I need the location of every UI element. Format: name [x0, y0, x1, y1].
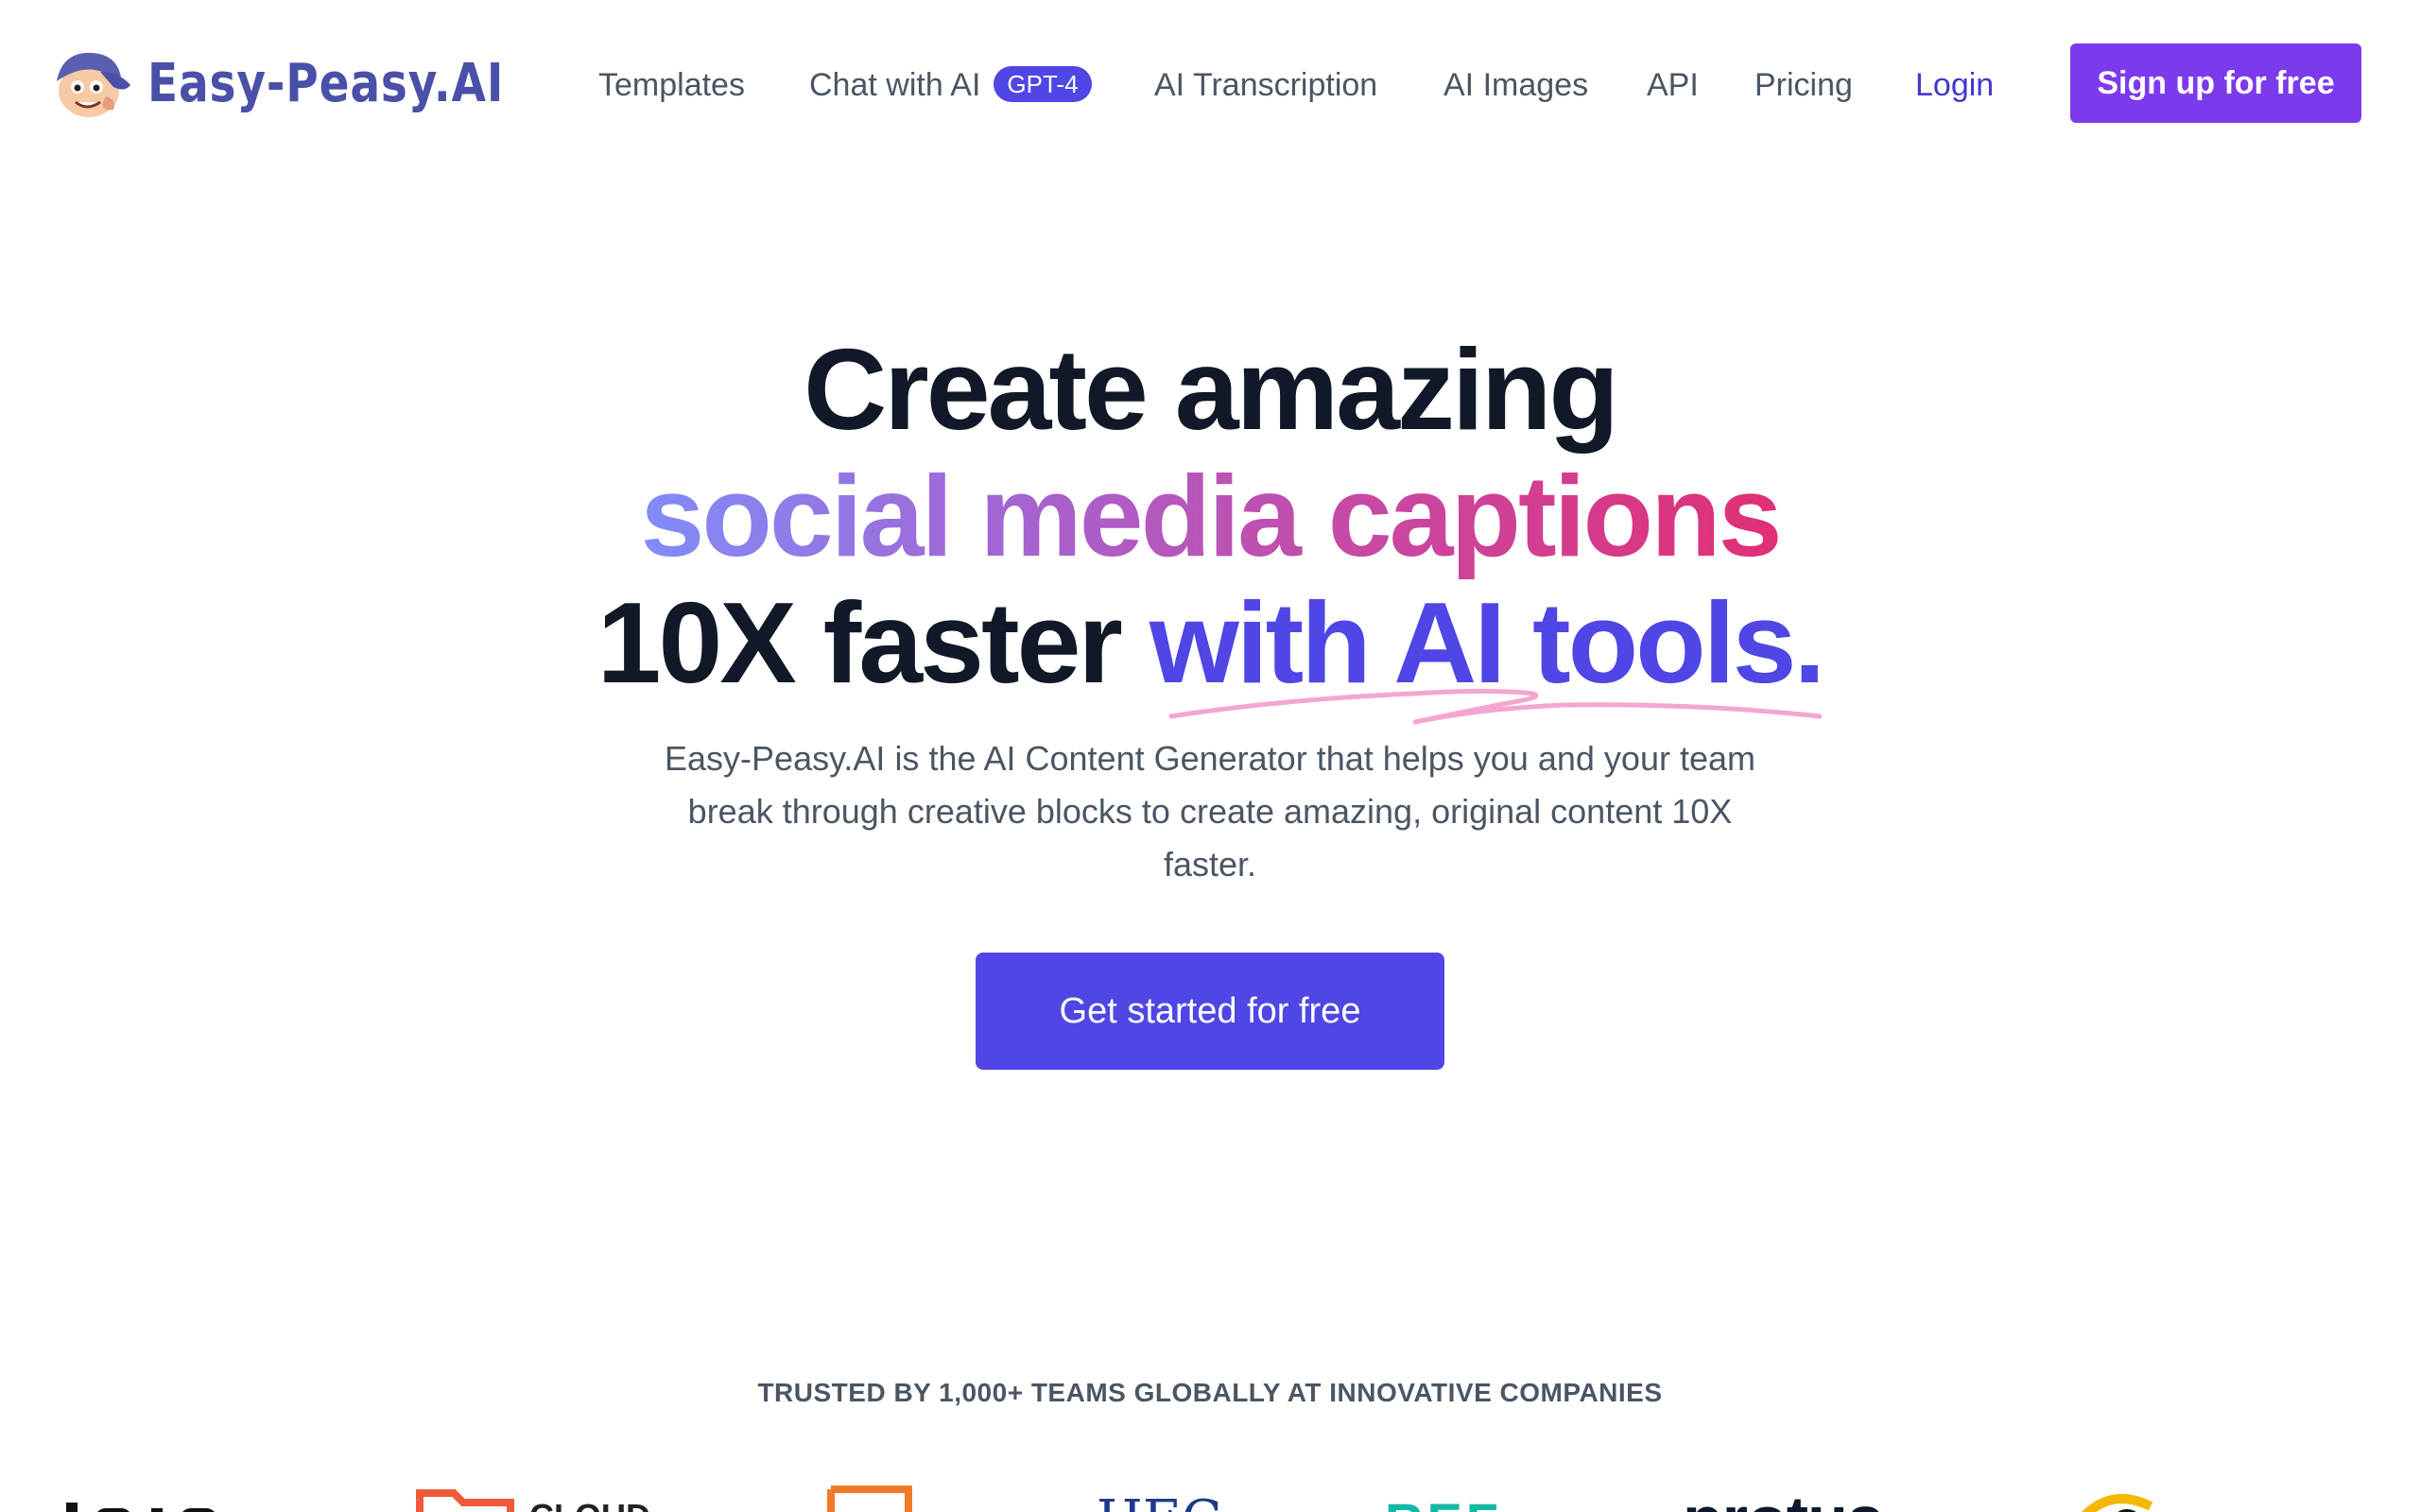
company-logo-cloud-text: CLOUD	[529, 1497, 650, 1512]
nav-ai-transcription[interactable]: AI Transcription	[1154, 57, 1377, 113]
hero-headline: Create amazing social media captions 10X…	[0, 326, 2420, 706]
company-logo-7	[2075, 1487, 2160, 1512]
hero-description: Easy-Peasy.AI is the AI Content Generato…	[665, 739, 1755, 884]
company-logos-row: CLOUD HEC REF protus	[0, 1474, 2420, 1512]
nav-pricing[interactable]: Pricing	[1754, 57, 1853, 113]
get-started-button[interactable]: Get started for free	[976, 953, 1444, 1070]
company-logo-hec: HEC	[1097, 1489, 1222, 1512]
company-logo-cloud: CLOUD	[416, 1484, 650, 1512]
hero-line-2-gradient: social media captions	[640, 452, 1783, 580]
nav-ai-images[interactable]: AI Images	[1443, 57, 1588, 113]
brand-logo[interactable]: Easy-Peasy.AI	[43, 43, 572, 123]
gpt4-badge: GPT-4	[994, 66, 1092, 103]
trusted-heading: TRUSTED BY 1,000+ TEAMS GLOBALLY AT INNO…	[757, 1378, 1663, 1407]
company-logo-1	[57, 1484, 236, 1512]
signup-button[interactable]: Sign up for free	[2070, 43, 2361, 123]
company-logo-protus: protus	[1683, 1482, 1884, 1512]
nav-templates[interactable]: Templates	[598, 57, 745, 113]
hero-line-3-plain: 10X faster	[596, 578, 1150, 707]
company-logo-ref: REF	[1385, 1491, 1502, 1512]
company-logo-3	[827, 1486, 912, 1512]
landing-page: Easy-Peasy.AI Templates Chat with AI GPT-…	[0, 0, 2420, 1512]
mascot-icon	[57, 52, 130, 117]
site-header: Easy-Peasy.AI Templates Chat with AI GPT-…	[0, 0, 2420, 170]
hero-line-1: Create amazing	[804, 325, 1619, 454]
brand-name: Easy-Peasy.AI	[147, 52, 505, 114]
nav-login[interactable]: Login	[1915, 57, 1994, 113]
nav-chat-with-ai[interactable]: Chat with AI GPT-4	[809, 57, 1092, 113]
nav-api[interactable]: API	[1647, 57, 1699, 113]
nav-chat-label: Chat with AI	[809, 67, 981, 103]
